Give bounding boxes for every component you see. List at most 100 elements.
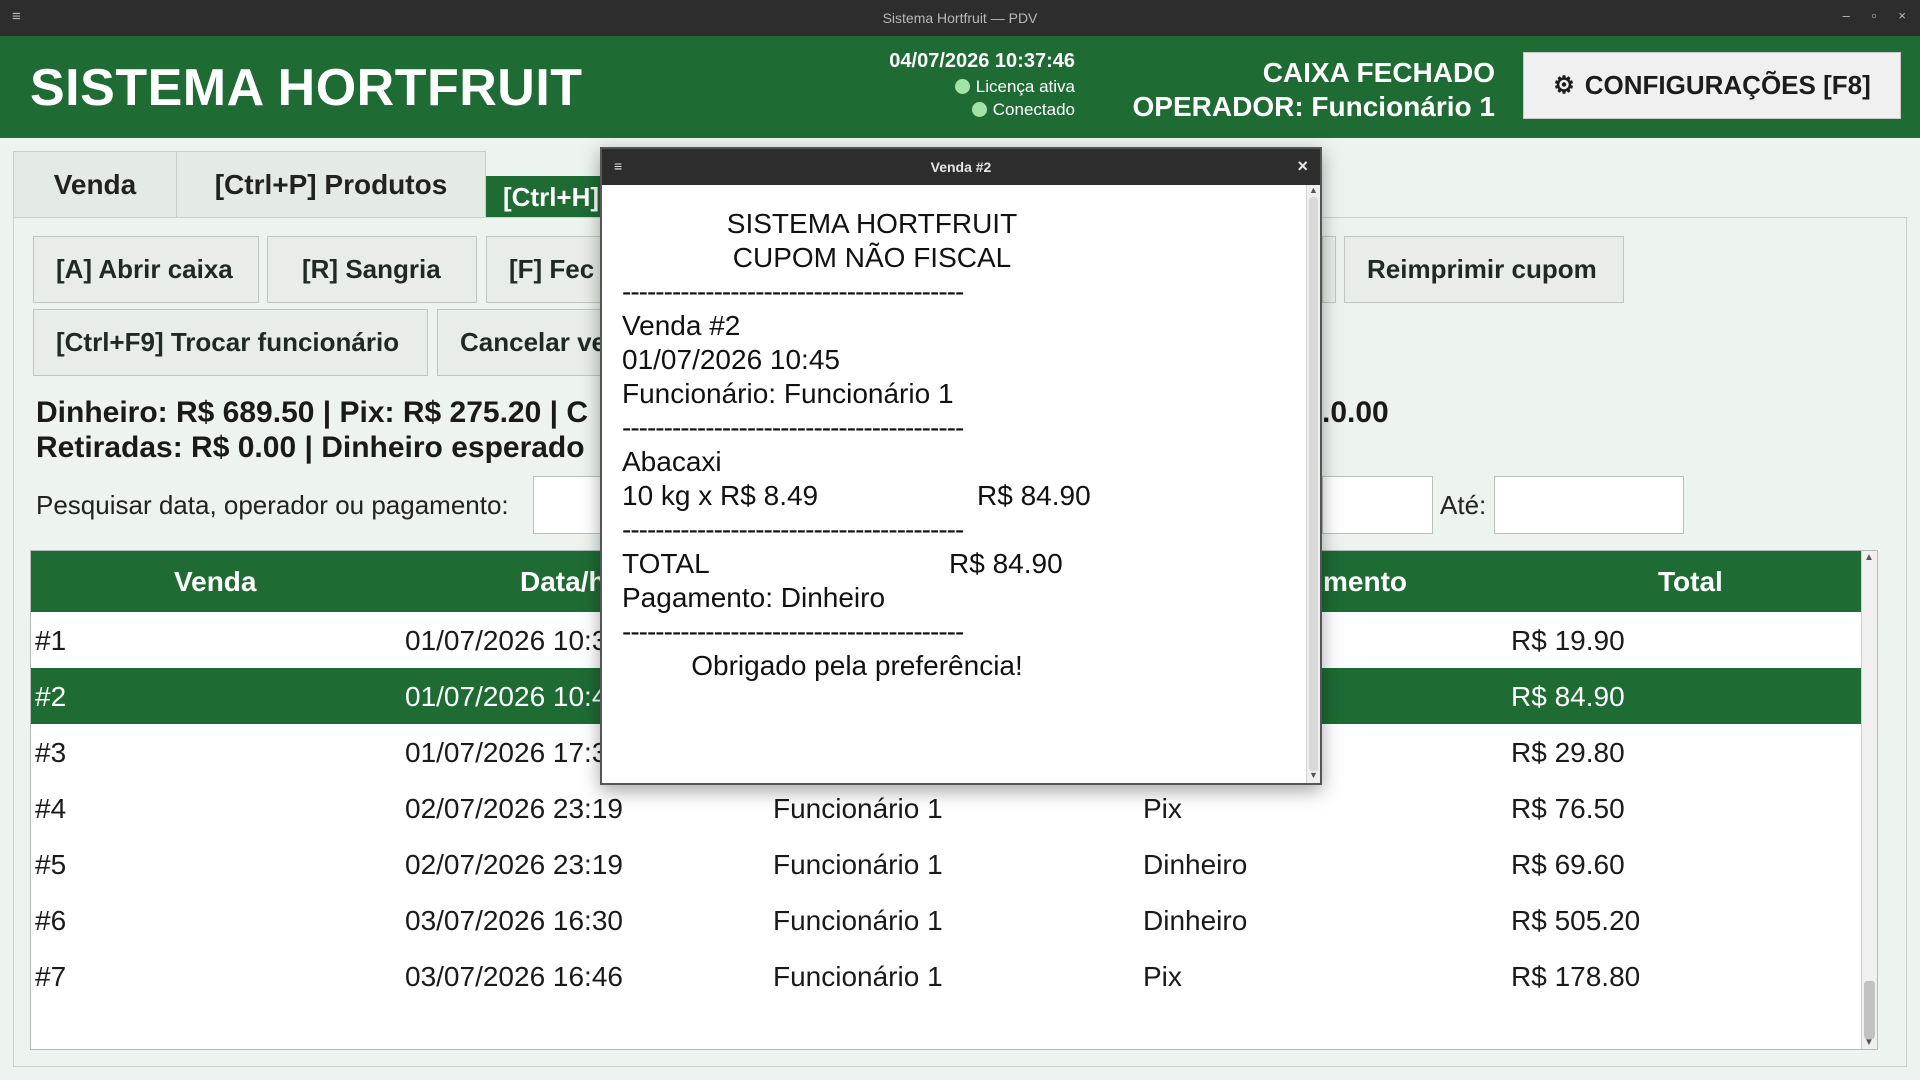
receipt-separator: ----------------------------------------… xyxy=(622,514,964,545)
status-panel: 04/07/2026 10:37:46 Licença ativa Conect… xyxy=(820,50,1075,120)
current-datetime: 04/07/2026 10:37:46 xyxy=(889,50,1075,72)
receipt-thanks: Obrigado pela preferência! xyxy=(691,650,1023,681)
table-row[interactable]: #7 03/07/2026 16:46 Funcionário 1 Pix R$… xyxy=(31,948,1877,1004)
cell-operador: Funcionário 1 xyxy=(773,961,943,992)
open-cash-button[interactable]: [A] Abrir caixa xyxy=(33,236,259,303)
cell-pagamento: Pix xyxy=(1143,793,1182,824)
close-icon[interactable]: × xyxy=(1898,8,1906,23)
switch-employee-button[interactable]: [Ctrl+F9] Trocar funcionário xyxy=(33,309,428,376)
cell-venda: #4 xyxy=(35,793,67,824)
cell-data: 03/07/2026 16:30 xyxy=(405,905,623,936)
tab-historico[interactable]: [Ctrl+H] xyxy=(486,176,606,218)
col-venda-header[interactable]: Venda xyxy=(174,566,256,598)
gear-icon: ⚙ xyxy=(1553,72,1575,99)
operator-label: OPERADOR: Funcionário 1 xyxy=(1132,91,1495,122)
receipt-item-line: 10 kg x R$ 8.49 R$ 84.90 xyxy=(622,479,1282,513)
col-total-header[interactable]: Total xyxy=(1658,566,1723,598)
summary-line-2: Retiradas: R$ 0.00 | Dinheiro esperado xyxy=(36,431,585,464)
summary-line-1-tail: .0.00 xyxy=(1322,396,1389,429)
tab-venda[interactable]: Venda xyxy=(13,151,177,218)
summary-line-1: Dinheiro: R$ 689.50 | Pix: R$ 275.20 | C xyxy=(36,396,589,429)
date-from-input[interactable] xyxy=(1322,476,1433,534)
connection-status: Conectado xyxy=(820,100,1075,120)
hidden-button-edge[interactable] xyxy=(1322,236,1336,303)
status-dot-icon xyxy=(954,79,970,94)
receipt-dialog-title: Venda #2 xyxy=(930,159,992,175)
col-data-header[interactable]: Data/h xyxy=(520,566,606,598)
license-label: Licença ativa xyxy=(975,77,1075,96)
cell-pagamento: Dinheiro xyxy=(1143,849,1248,880)
receipt-dialog: ≡ Venda #2 × SISTEMA HORTFRUIT CUPOM NÃO… xyxy=(600,147,1322,785)
receipt-text: SISTEMA HORTFRUIT CUPOM NÃO FISCAL -----… xyxy=(622,207,1282,683)
reprint-receipt-button[interactable]: Reimprimir cupom xyxy=(1344,236,1624,303)
receipt-separator: ----------------------------------------… xyxy=(622,276,964,307)
scrollbar-thumb[interactable] xyxy=(1864,981,1875,1039)
cell-operador: Funcionário 1 xyxy=(773,849,943,880)
minimize-icon[interactable]: – xyxy=(1843,8,1850,23)
caixa-panel: CAIXA FECHADO OPERADOR: Funcionário 1 xyxy=(1095,56,1495,124)
date-to-label: Até: xyxy=(1440,490,1487,520)
scroll-up-icon[interactable]: ▲ xyxy=(1864,552,1874,563)
license-status: Licença ativa xyxy=(820,77,1075,97)
scroll-up-icon[interactable]: ▲ xyxy=(1309,185,1318,195)
cell-data: 02/07/2026 23:19 xyxy=(405,849,623,880)
receipt-total-line: TOTAL R$ 84.90 xyxy=(622,547,1282,581)
settings-button-label: CONFIGURAÇÕES [F8] xyxy=(1584,70,1871,100)
cell-total: R$ 69.60 xyxy=(1511,849,1625,880)
settings-button[interactable]: ⚙ CONFIGURAÇÕES [F8] xyxy=(1523,52,1901,119)
caixa-status: CAIXA FECHADO xyxy=(1262,57,1495,88)
cancel-sale-button[interactable]: Cancelar ve xyxy=(437,309,602,376)
connection-label: Conectado xyxy=(992,100,1075,119)
receipt-separator: ----------------------------------------… xyxy=(622,412,964,443)
table-row[interactable]: #6 03/07/2026 16:30 Funcionário 1 Dinhei… xyxy=(31,892,1877,948)
cell-venda: #2 xyxy=(35,681,67,712)
cell-data: 03/07/2026 16:46 xyxy=(405,961,623,992)
app-header: SISTEMA HORTFRUIT 04/07/2026 10:37:46 Li… xyxy=(0,36,1920,138)
scroll-down-icon[interactable]: ▼ xyxy=(1309,770,1318,780)
col-pagamento-header[interactable]: mento xyxy=(1323,566,1407,598)
receipt-scrollbar[interactable]: ▲ ▼ xyxy=(1306,185,1320,783)
table-row[interactable]: #5 02/07/2026 23:19 Funcionário 1 Dinhei… xyxy=(31,836,1877,892)
receipt-item-total: R$ 84.90 xyxy=(977,480,1091,511)
cell-venda: #6 xyxy=(35,905,67,936)
cell-total: R$ 19.90 xyxy=(1511,625,1625,656)
cell-venda: #1 xyxy=(35,625,67,656)
cell-pagamento: Dinheiro xyxy=(1143,905,1248,936)
date-to-input[interactable] xyxy=(1494,476,1684,534)
cell-venda: #3 xyxy=(35,737,67,768)
sangria-button[interactable]: [R] Sangria xyxy=(267,236,477,303)
window-titlebar: ≡ Sistema Hortfruit — PDV – ▫ × xyxy=(0,0,1920,36)
cell-pagamento: Pix xyxy=(1143,961,1182,992)
maximize-icon[interactable]: ▫ xyxy=(1872,8,1877,23)
receipt-datetime: 01/07/2026 10:45 xyxy=(622,344,840,375)
cell-total: R$ 29.80 xyxy=(1511,737,1625,768)
cell-total: R$ 76.50 xyxy=(1511,793,1625,824)
tab-produtos[interactable]: [Ctrl+P] Produtos xyxy=(176,151,486,218)
search-input[interactable] xyxy=(533,476,601,534)
close-icon[interactable]: × xyxy=(1297,156,1308,177)
search-label: Pesquisar data, operador ou pagamento: xyxy=(36,490,509,520)
app-brand: SISTEMA HORTFRUIT xyxy=(30,59,583,117)
receipt-title-1: SISTEMA HORTFRUIT xyxy=(726,208,1018,239)
cell-operador: Funcionário 1 xyxy=(773,905,943,936)
receipt-separator: ----------------------------------------… xyxy=(622,616,964,647)
receipt-title-2: CUPOM NÃO FISCAL xyxy=(732,242,1012,273)
cell-data: 01/07/2026 10:4 xyxy=(405,681,608,712)
cell-operador: Funcionário 1 xyxy=(773,793,943,824)
cell-data: 01/07/2026 17:3 xyxy=(405,737,608,768)
cell-data: 01/07/2026 10:3 xyxy=(405,625,608,656)
receipt-item-qty: 10 kg x R$ 8.49 xyxy=(622,480,819,511)
receipt-sale-id: Venda #2 xyxy=(622,310,741,341)
cell-venda: #7 xyxy=(35,961,67,992)
scroll-down-icon[interactable]: ▼ xyxy=(1864,1037,1874,1048)
table-row[interactable]: #4 02/07/2026 23:19 Funcionário 1 Pix R$… xyxy=(31,780,1877,836)
receipt-employee: Funcionário: Funcionário 1 xyxy=(622,378,954,409)
scrollbar-thumb[interactable] xyxy=(1309,197,1318,771)
close-cash-button[interactable]: [F] Fec xyxy=(486,236,602,303)
table-scrollbar[interactable]: ▲ ▼ xyxy=(1861,551,1877,1049)
cell-total: R$ 178.80 xyxy=(1511,961,1641,992)
receipt-payment: Pagamento: Dinheiro xyxy=(622,582,886,613)
cell-total: R$ 505.20 xyxy=(1511,905,1641,936)
cell-venda: #5 xyxy=(35,849,67,880)
status-dot-icon xyxy=(971,102,987,117)
